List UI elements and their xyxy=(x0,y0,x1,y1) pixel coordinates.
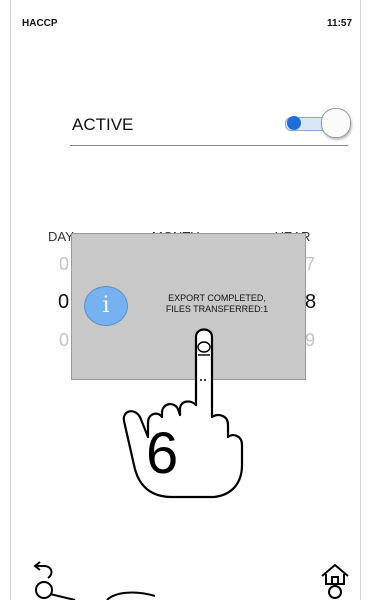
dialog-message: EXPORT COMPLETED, FILES TRANSFERRED:1 xyxy=(132,293,302,315)
tap-hand-icon xyxy=(122,328,244,499)
screen-left-edge xyxy=(10,0,11,600)
status-time: 11:57 xyxy=(327,18,353,29)
dialog-line-1: EXPORT COMPLETED, xyxy=(168,293,266,303)
day-prev-value[interactable]: 0 xyxy=(59,254,69,275)
info-icon: i xyxy=(84,286,128,326)
hand-gesture-icon xyxy=(106,591,156,600)
step-number: 6 xyxy=(146,421,179,486)
day-current-value[interactable]: 0 xyxy=(58,291,69,314)
active-divider xyxy=(70,145,348,146)
day-column-label: DAY xyxy=(48,229,74,244)
year-prev-value[interactable]: 7 xyxy=(305,254,315,275)
active-label: ACTIVE xyxy=(72,115,134,134)
back-arrow-icon[interactable] xyxy=(30,560,90,600)
screen-right-edge xyxy=(360,0,361,600)
app-title: HACCP xyxy=(22,18,58,29)
home-icon[interactable] xyxy=(318,562,352,600)
year-current-value[interactable]: 8 xyxy=(305,291,316,314)
year-next-value[interactable]: 9 xyxy=(305,330,315,351)
toggle-knob[interactable] xyxy=(321,108,351,138)
dialog-line-2: FILES TRANSFERRED:1 xyxy=(165,304,269,314)
day-next-value[interactable]: 0 xyxy=(59,330,69,351)
active-toggle[interactable] xyxy=(283,108,351,138)
toggle-on-indicator xyxy=(287,116,301,130)
